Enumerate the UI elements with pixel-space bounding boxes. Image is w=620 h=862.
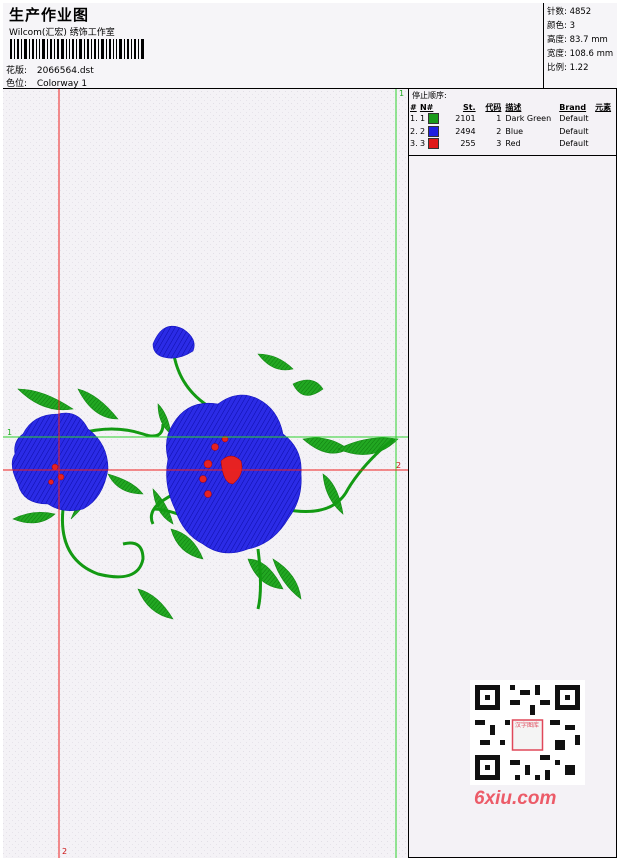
qr-badge-text: 汉字图库 xyxy=(514,722,539,729)
row-number-value: 1 xyxy=(419,114,426,123)
design-height: 高度: 83.7 mm xyxy=(547,35,608,45)
v-red-guide-label: 2 xyxy=(62,847,68,856)
header: 生产作业图 Wilcom(汇宏) 绣饰工作室 花版: 2066564.dst 色… xyxy=(3,3,617,89)
row-code: 1 xyxy=(496,114,502,123)
colorway-row: 色位: Colorway 1 xyxy=(6,76,87,89)
design-label: 花版: xyxy=(6,66,28,76)
row-element xyxy=(595,126,617,139)
row-element xyxy=(595,113,617,126)
embroidery-preview xyxy=(3,89,408,858)
row-stitches: 255 xyxy=(460,139,476,148)
col-header-index: # xyxy=(410,102,417,112)
colorway-value: Colorway 1 xyxy=(36,79,88,89)
legend-row: 3. 3 255 3 Red Default xyxy=(410,138,617,151)
legend-table: # N# St. 代码 描述 Brand 元素 1. 1 2101 1 Dark… xyxy=(410,101,617,151)
design-row: 花版: 2066564.dst xyxy=(6,63,94,76)
row-number: 2 xyxy=(419,125,450,139)
row-index: 1. xyxy=(410,114,418,123)
h-red-guide-label: 2 xyxy=(396,461,402,470)
color-swatch xyxy=(427,125,439,137)
color-swatch xyxy=(427,138,439,149)
design-canvas: 1 1 2 2 xyxy=(3,89,408,858)
row-number: 1 xyxy=(420,113,450,126)
qr-code: 汉字图库 xyxy=(470,680,585,785)
col-header-description: 描述 xyxy=(505,102,522,112)
watermark-text: 6xiu.com xyxy=(474,788,557,809)
design-width: 宽度: 108.6 mm xyxy=(547,49,614,59)
row-brand: Default xyxy=(559,126,589,136)
design-value: 2066564.dst xyxy=(36,66,94,76)
row-number-value: 2 xyxy=(419,126,426,136)
studio-name: Wilcom(汇宏) 绣饰工作室 xyxy=(9,28,115,38)
page-title: 生产作业图 xyxy=(9,6,90,24)
row-code: 3 xyxy=(496,139,502,148)
v-green-guide-label: 1 xyxy=(399,89,405,98)
colorway-label: 色位: xyxy=(6,79,28,89)
row-index: 3. xyxy=(410,139,418,148)
stats-panel: 针数: 4852 颜色: 3 高度: 83.7 mm 宽度: 108.6 mm … xyxy=(543,3,617,89)
legend-title: 停止顺序: xyxy=(412,91,447,100)
color-count: 颜色: 3 xyxy=(547,21,575,31)
row-brand: Default xyxy=(559,114,589,123)
design-scale: 比例: 1.22 xyxy=(547,63,589,73)
row-number-value: 3 xyxy=(419,139,426,148)
row-brand: Default xyxy=(559,139,589,148)
legend-row: 2. 2 2494 2 Blue Default xyxy=(410,125,617,139)
row-element xyxy=(595,138,617,151)
col-header-code: 代码 xyxy=(485,102,502,112)
row-description: Red xyxy=(505,139,521,148)
qr-code-image xyxy=(470,680,585,785)
barcode xyxy=(10,39,144,59)
row-description: Blue xyxy=(505,126,524,136)
col-header-stitches: St. xyxy=(462,102,476,112)
stop-sequence-legend: 停止顺序: # N# St. 代码 描述 Brand 元素 1. 1 2101 … xyxy=(409,89,617,156)
row-index: 2. xyxy=(410,126,418,136)
stitch-count: 针数: 4852 xyxy=(547,7,592,17)
h-green-guide-label: 1 xyxy=(7,428,13,437)
col-header-number: N# xyxy=(419,102,434,112)
row-stitches: 2494 xyxy=(455,126,476,136)
row-stitches: 2101 xyxy=(455,114,476,123)
row-number: 3 xyxy=(420,138,450,151)
row-code: 2 xyxy=(496,126,502,136)
col-header-element: 元素 xyxy=(595,102,612,112)
legend-row: 1. 1 2101 1 Dark Green Default xyxy=(410,113,617,126)
row-description: Dark Green xyxy=(505,114,552,123)
color-swatch xyxy=(427,113,439,124)
col-header-brand: Brand xyxy=(559,102,587,112)
